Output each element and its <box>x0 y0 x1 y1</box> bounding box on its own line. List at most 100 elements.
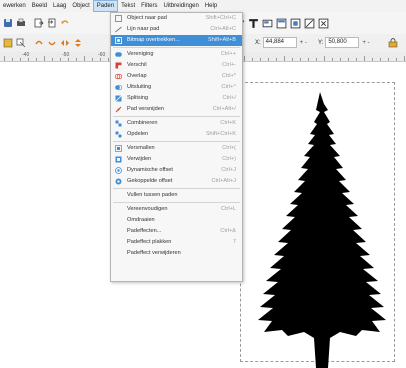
import-icon[interactable] <box>34 18 44 28</box>
x-input[interactable]: 44,884 <box>262 37 297 48</box>
menu-item-opdelen[interactable]: Opdelen Shift+Ctrl+K <box>111 129 242 140</box>
menu-item-vullen-tussen-paden[interactable]: Vullen tussen paden <box>111 190 242 201</box>
ruler-tick <box>244 56 245 61</box>
tree-shape[interactable] <box>258 92 386 368</box>
y-coordinate-control: Y: 50,800 + - <box>318 37 370 48</box>
menu-ewerken[interactable]: ewerken <box>0 0 29 12</box>
xml-editor-icon[interactable] <box>276 18 287 29</box>
ruler-tick <box>108 58 109 61</box>
menu-item-padeffect-verwijderen[interactable]: Padeffect verwijderen <box>111 248 242 259</box>
menu-tekst[interactable]: Tekst <box>118 0 138 12</box>
menu-item-shortcut: Shift+Ctrl+K <box>205 131 236 137</box>
menu-item-vereenvoudigen[interactable]: Vereenvoudigen Ctrl+L <box>111 204 242 215</box>
undo-icon[interactable] <box>60 18 70 28</box>
menu-item-label: Padeffect plakken <box>127 239 172 245</box>
menu-item-combineren[interactable]: Combineren Ctrl+K <box>111 118 242 129</box>
ruler-tick <box>292 58 293 61</box>
menu-item-label: Padeffect verwijderen <box>127 250 181 256</box>
lock-icon[interactable] <box>388 37 398 48</box>
linked-offset-icon <box>115 178 122 185</box>
y-input[interactable]: 50,800 <box>325 37 360 48</box>
ruler-tick <box>332 58 333 61</box>
menu-object[interactable]: Object <box>69 0 92 12</box>
ruler-tick <box>260 58 261 61</box>
menu-item-versmallen[interactable]: Versmallen Ctrl+( <box>111 143 242 154</box>
menu-item-shortcut: Ctrl+Alt+C <box>210 26 236 32</box>
menu-item-omdraaien[interactable]: Omdraaien <box>111 215 242 226</box>
menu-item-vereniging[interactable]: Vereniging Ctrl++ <box>111 49 242 60</box>
menu-item-label: Versmallen <box>127 145 155 151</box>
rotate-ccw-icon[interactable] <box>34 38 44 48</box>
preferences-icon[interactable] <box>318 18 329 29</box>
text-tool-icon[interactable] <box>248 18 259 29</box>
menu-item-label: Dynamische offset <box>127 167 173 173</box>
ruler-tick <box>396 58 397 61</box>
export-icon[interactable] <box>47 18 57 28</box>
menu-item-label: Omdraaien <box>127 217 155 223</box>
menu-item-padeffecten[interactable]: Padeffecten... Ctrl+& <box>111 226 242 237</box>
ruler-tick <box>284 56 285 61</box>
menu-item-gekoppelde-offset[interactable]: Gekoppelde offset Ctrl+Alt+J <box>111 176 242 187</box>
menu-item-label: Verschil <box>127 62 147 68</box>
save-icon[interactable] <box>3 18 13 28</box>
rotate-cw-icon[interactable] <box>47 38 57 48</box>
menu-item-label: Splitsing <box>127 95 149 101</box>
ruler-tick <box>76 58 77 61</box>
menu-uitbreidingen[interactable]: Uitbreidingen <box>160 0 201 12</box>
ruler-tick <box>84 56 85 61</box>
trace-bitmap-icon <box>115 37 122 44</box>
ruler-tick <box>324 56 325 61</box>
menu-item-label: Opdelen <box>127 131 149 137</box>
ruler-tick <box>356 58 357 61</box>
menu-item-dynamische-offset[interactable]: Dynamische offset Ctrl+J <box>111 165 242 176</box>
flip-horizontal-icon[interactable] <box>60 38 70 48</box>
align-icon[interactable] <box>290 18 301 29</box>
ruler-tick <box>4 56 5 61</box>
ruler-tick <box>20 58 21 61</box>
menu-item-uitsluiting[interactable]: Uitsluiting Ctrl+^ <box>111 82 242 93</box>
x-stepper[interactable]: + - <box>300 40 307 46</box>
layers-icon[interactable] <box>262 18 273 29</box>
menu-item-shortcut: Ctrl+L <box>220 206 236 212</box>
inkscape-window: ewerken Beeld Laag Object Paden Tekst Filters U… <box>0 0 406 368</box>
menu-item-shortcut: Ctrl+& <box>220 228 236 234</box>
menu-beeld[interactable]: Beeld <box>29 0 50 12</box>
pine-tree-silhouette[interactable] <box>258 92 388 368</box>
menu-item-overlap[interactable]: Overlap Ctrl+* <box>111 71 242 82</box>
menu-help[interactable]: Help <box>202 0 220 12</box>
menu-item-verwijden[interactable]: Verwijden Ctrl+) <box>111 154 242 165</box>
menu-separator <box>113 47 240 48</box>
menu-item-label: Vullen tussen paden <box>127 192 178 198</box>
menu-item-bitmap-overtrekken[interactable]: Bitmap overtrekken... Shift+Alt+B <box>111 35 242 46</box>
fill-stroke-icon[interactable] <box>304 18 315 29</box>
ruler-tick <box>92 58 93 61</box>
menu-item-label: Bitmap overtrekken... <box>127 37 180 43</box>
select-in-all-layers-icon[interactable] <box>16 38 26 48</box>
menu-laag[interactable]: Laag <box>50 0 69 12</box>
ruler-tick <box>44 56 45 61</box>
menu-item-shortcut: Shift+Ctrl+C <box>205 15 236 21</box>
menu-filters[interactable]: Filters <box>138 0 160 12</box>
menu-item-verschil[interactable]: Verschil Ctrl+- <box>111 60 242 71</box>
menu-item-label: Vereenvoudigen <box>127 206 168 212</box>
select-all-icon[interactable] <box>3 38 13 48</box>
flip-vertical-icon[interactable] <box>73 38 83 48</box>
menu-item-label: Pad versnijden <box>127 106 165 112</box>
menu-separator <box>113 116 240 117</box>
menu-item-padeffect-plakken[interactable]: Padeffect plakken 7 <box>111 237 242 248</box>
menu-item-splitsing[interactable]: Splitsing Ctrl+/ <box>111 93 242 104</box>
ruler-tick <box>348 58 349 61</box>
menu-paden[interactable]: Paden <box>92 0 119 12</box>
menu-item-pad-versnijden[interactable]: Pad versnijden Ctrl+Alt+/ <box>111 104 242 115</box>
menu-item-shortcut: Ctrl+* <box>221 73 236 79</box>
menu-item-label: Overlap <box>127 73 147 79</box>
menu-item-shortcut: Ctrl+/ <box>222 95 236 101</box>
menu-item-label: Verwijden <box>127 156 152 162</box>
print-icon[interactable] <box>16 18 26 28</box>
menu-item-shortcut: Ctrl+) <box>222 156 236 162</box>
menu-item-object-naar-pad[interactable]: Object naar pad Shift+Ctrl+C <box>111 13 242 24</box>
menu-separator <box>113 141 240 142</box>
y-stepper[interactable]: + - <box>362 40 369 46</box>
ruler-tick <box>36 58 37 61</box>
menu-item-lijn-naar-pad[interactable]: Lijn naar pad Ctrl+Alt+C <box>111 24 242 35</box>
